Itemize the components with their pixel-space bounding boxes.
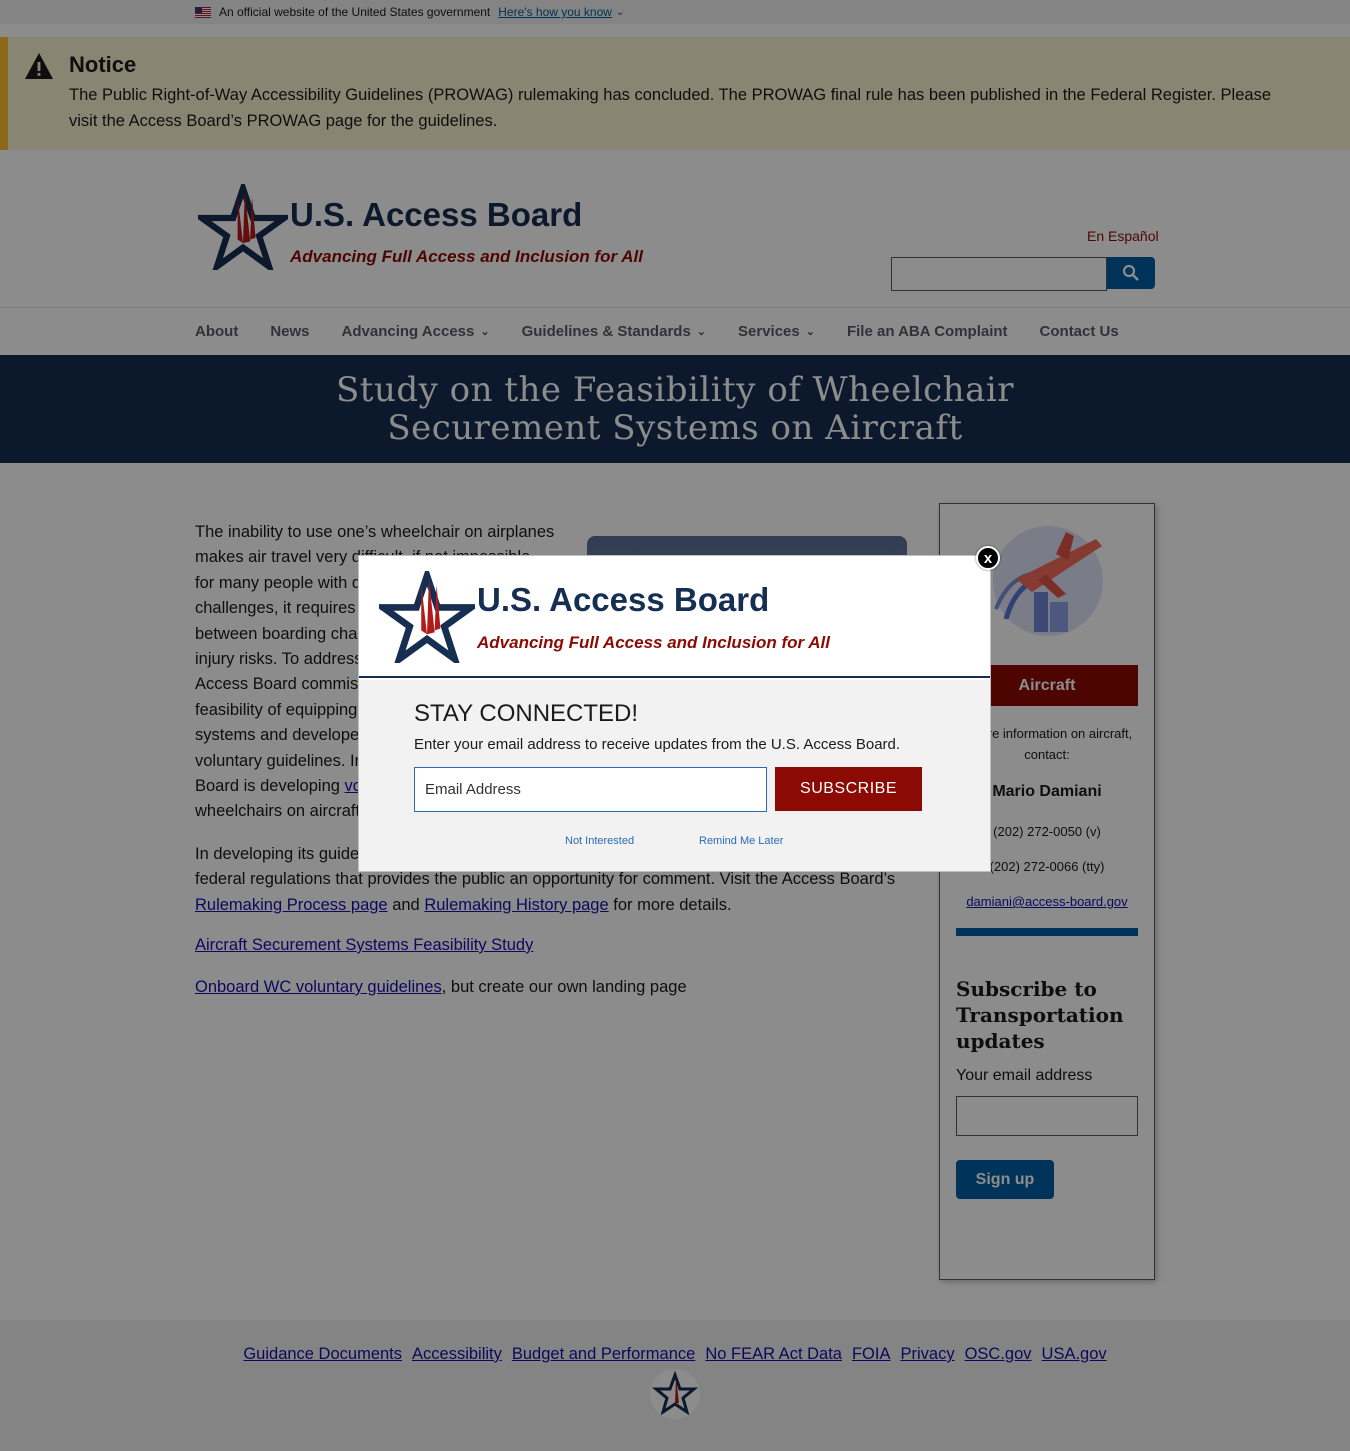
modal-tagline: Advancing Full Access and Inclusion for … bbox=[477, 633, 830, 652]
not-interested-link[interactable]: Not Interested bbox=[565, 835, 634, 847]
close-icon[interactable]: x bbox=[976, 546, 1000, 570]
modal-email-input[interactable]: Email Address bbox=[414, 767, 767, 812]
subscribe-modal: U.S. Access Board Advancing Full Access … bbox=[358, 555, 991, 872]
modal-title: U.S. Access Board bbox=[477, 581, 770, 618]
subscribe-button[interactable]: SUBSCRIBE bbox=[775, 767, 922, 811]
modal-header: U.S. Access Board Advancing Full Access … bbox=[359, 556, 990, 678]
remind-me-later-link[interactable]: Remind Me Later bbox=[699, 835, 783, 847]
star-logo-icon bbox=[379, 571, 475, 663]
stay-connected-heading: STAY CONNECTED! bbox=[414, 700, 639, 727]
modal-body: STAY CONNECTED! Enter your email address… bbox=[359, 680, 990, 871]
modal-description: Enter your email address to receive upda… bbox=[414, 736, 901, 753]
